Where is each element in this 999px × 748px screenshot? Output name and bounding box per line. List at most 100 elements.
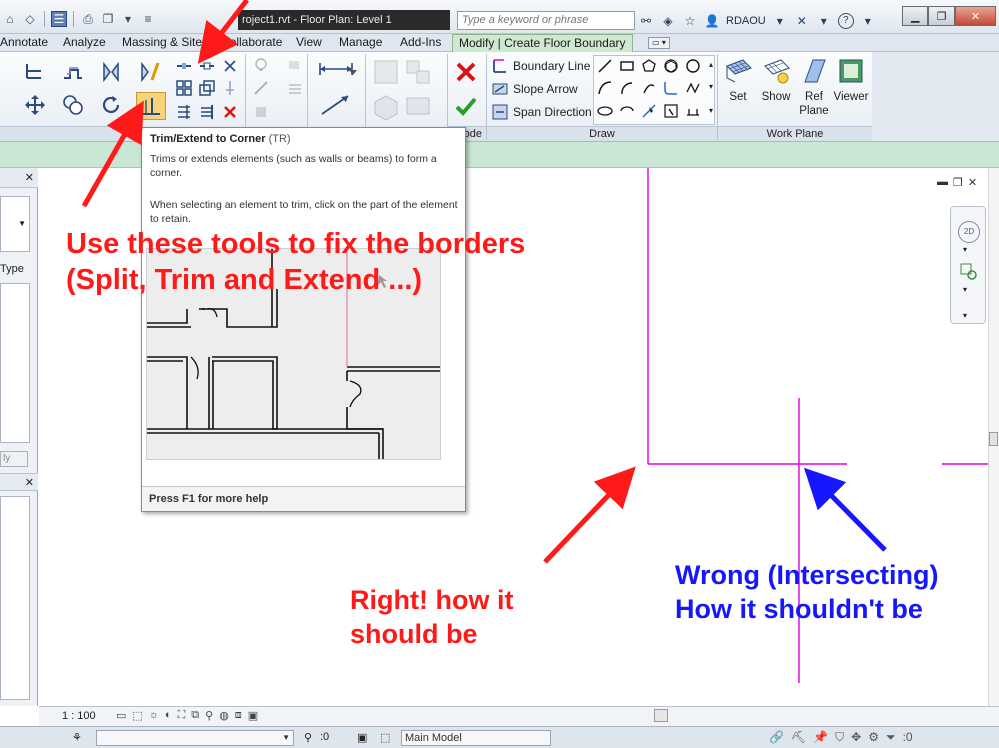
close-icon[interactable]: ✕ (25, 171, 34, 184)
username-label[interactable]: RDAOU (726, 15, 766, 27)
design-options-icon[interactable]: ▣ (357, 731, 367, 744)
shadows-icon[interactable]: ◐ (165, 709, 172, 722)
ellipse-icon[interactable] (597, 103, 613, 119)
reveal-hidden-icon[interactable]: ⧈ (235, 709, 242, 722)
worksets-icon[interactable]: ⚘ (72, 731, 82, 744)
unpin-icon[interactable] (222, 58, 238, 74)
select-underlay-icon[interactable]: ⛏ (791, 730, 806, 745)
tangent-arc-icon[interactable] (641, 80, 657, 96)
bulb-icon[interactable] (253, 58, 269, 74)
visual-style-icon[interactable]: ⬚ (132, 709, 142, 722)
analysis-display-icon[interactable]: ▣ (248, 709, 258, 722)
properties-grid[interactable] (0, 283, 30, 443)
tab-collaborate[interactable]: Collaborate (221, 34, 282, 52)
dropdown-arrow-icon[interactable]: ▾ (120, 11, 136, 27)
steering-wheel-icon[interactable]: 2D (958, 221, 980, 243)
chevron-down-icon[interactable]: ▾ (963, 245, 967, 254)
center-ends-arc-icon[interactable] (619, 80, 635, 96)
view-scale[interactable]: 1 : 100 (62, 710, 96, 722)
tab-annotate[interactable]: Annotate (0, 34, 48, 52)
search-input[interactable]: Type a keyword or phrase (457, 11, 635, 30)
settings-icon[interactable]: ⚙ (868, 730, 879, 745)
paint-icon[interactable] (287, 58, 303, 74)
temporary-hide-icon[interactable]: ◍ (219, 709, 229, 722)
horizontal-scroll-thumb[interactable] (654, 709, 668, 722)
split-with-gap-icon[interactable] (199, 58, 215, 74)
cancel-edit-mode-icon[interactable] (454, 60, 478, 84)
help-icon[interactable]: ? (837, 12, 854, 29)
trim-extend-multiple-icon[interactable] (199, 104, 215, 120)
slope-arrow-button[interactable]: Slope Arrow (492, 79, 578, 99)
select-links-icon[interactable]: 🔗 (769, 730, 784, 745)
close-button[interactable]: ✕ (954, 6, 996, 26)
measure-icon[interactable] (318, 92, 354, 118)
delete-icon[interactable] (222, 104, 238, 120)
boundary-line-button[interactable]: Boundary Line (492, 56, 590, 76)
select-pinned-icon[interactable]: 📌 (813, 730, 828, 745)
pick-supports-icon[interactable] (685, 103, 701, 119)
create-icon[interactable] (372, 58, 400, 86)
trim-extend-corner-icon[interactable] (136, 92, 166, 120)
filter-count-icon[interactable]: :0 (903, 730, 913, 745)
crop-view-icon[interactable]: ⛶ (178, 709, 186, 722)
group-icon[interactable] (404, 58, 432, 86)
editable-only-icon[interactable]: ⚲ (304, 731, 312, 744)
apply-button[interactable]: ly (0, 451, 28, 467)
home-icon[interactable]: ⌂ (2, 11, 18, 27)
assembly-icon[interactable] (404, 92, 432, 120)
set-workplane-button[interactable]: Set (719, 56, 757, 104)
finish-edit-mode-icon[interactable] (454, 94, 478, 118)
offset-icon[interactable] (62, 60, 84, 82)
tab-add-ins[interactable]: Add-Ins (400, 34, 441, 52)
array-icon[interactable] (176, 80, 192, 96)
measure-dropdown-icon[interactable] (345, 64, 361, 80)
show-workplane-button[interactable]: Show (757, 56, 795, 104)
viewer-button[interactable]: Viewer (832, 56, 870, 104)
lock-3d-icon[interactable]: ⚲ (205, 709, 213, 722)
drag-elements-icon[interactable]: ✥ (851, 730, 861, 745)
partial-ellipse-icon[interactable] (619, 103, 635, 119)
tab-analyze[interactable]: Analyze (63, 34, 106, 52)
thin-lines-icon[interactable]: ☰ (51, 11, 67, 27)
circumscribed-polygon-icon[interactable] (663, 58, 679, 74)
tab-modify-floor-boundary[interactable]: Modify | Create Floor Boundary (452, 34, 633, 52)
subscription-icon[interactable]: ◈ (660, 13, 676, 29)
close-icon[interactable]: ✕ (25, 476, 34, 489)
line-icon[interactable] (597, 58, 613, 74)
restore-icon[interactable]: ❐ (953, 176, 963, 189)
chevron-down-icon[interactable]: ▾ (963, 311, 967, 320)
tab-manage[interactable]: Manage (339, 34, 382, 52)
ref-plane-button[interactable]: Ref Plane (795, 56, 833, 118)
vertical-scroll-thumb[interactable] (989, 432, 998, 446)
fillet-arc-icon[interactable] (663, 80, 679, 96)
demolish-icon[interactable] (253, 104, 269, 120)
switch-windows-icon[interactable]: ❐ (100, 11, 116, 27)
sync-icon[interactable]: ◇ (22, 11, 38, 27)
show-crop-icon[interactable]: ⧉ (191, 709, 199, 722)
customize-toolbar-icon[interactable]: ≡ (140, 11, 156, 27)
mirror-draw-axis-icon[interactable] (138, 60, 160, 82)
pick-walls-icon[interactable] (663, 103, 679, 119)
trim-extend-single-icon[interactable] (176, 104, 192, 120)
dropdown-arrow-icon[interactable]: ▾ (816, 13, 832, 29)
minimize-icon[interactable]: ▬ (937, 176, 948, 189)
ribbon-minimize-control[interactable]: ▭ ▾ (648, 37, 670, 49)
copy-icon[interactable] (62, 94, 84, 116)
user-icon[interactable]: 👤 (704, 13, 720, 29)
close-icon[interactable]: ✕ (968, 176, 977, 189)
minimize-button[interactable]: ▁ (902, 6, 929, 26)
sun-path-icon[interactable]: ☼ (149, 709, 159, 722)
override-graphics-icon[interactable] (253, 80, 269, 96)
move-icon[interactable] (24, 94, 46, 116)
circle-icon[interactable] (685, 58, 701, 74)
binoculars-icon[interactable]: ⚯ (638, 13, 654, 29)
type-selector[interactable]: ▼ (0, 196, 30, 252)
design-options-icon[interactable]: ⬚ (380, 731, 390, 744)
star-icon[interactable]: ☆ (682, 13, 698, 29)
rectangle-icon[interactable] (619, 58, 635, 74)
workset-dropdown[interactable]: ▼ (96, 730, 294, 746)
tab-massing-site[interactable]: Massing & Site (122, 34, 202, 52)
rotate-icon[interactable] (100, 94, 122, 116)
pin-icon[interactable] (222, 80, 238, 96)
pick-lines-icon[interactable] (641, 103, 657, 119)
